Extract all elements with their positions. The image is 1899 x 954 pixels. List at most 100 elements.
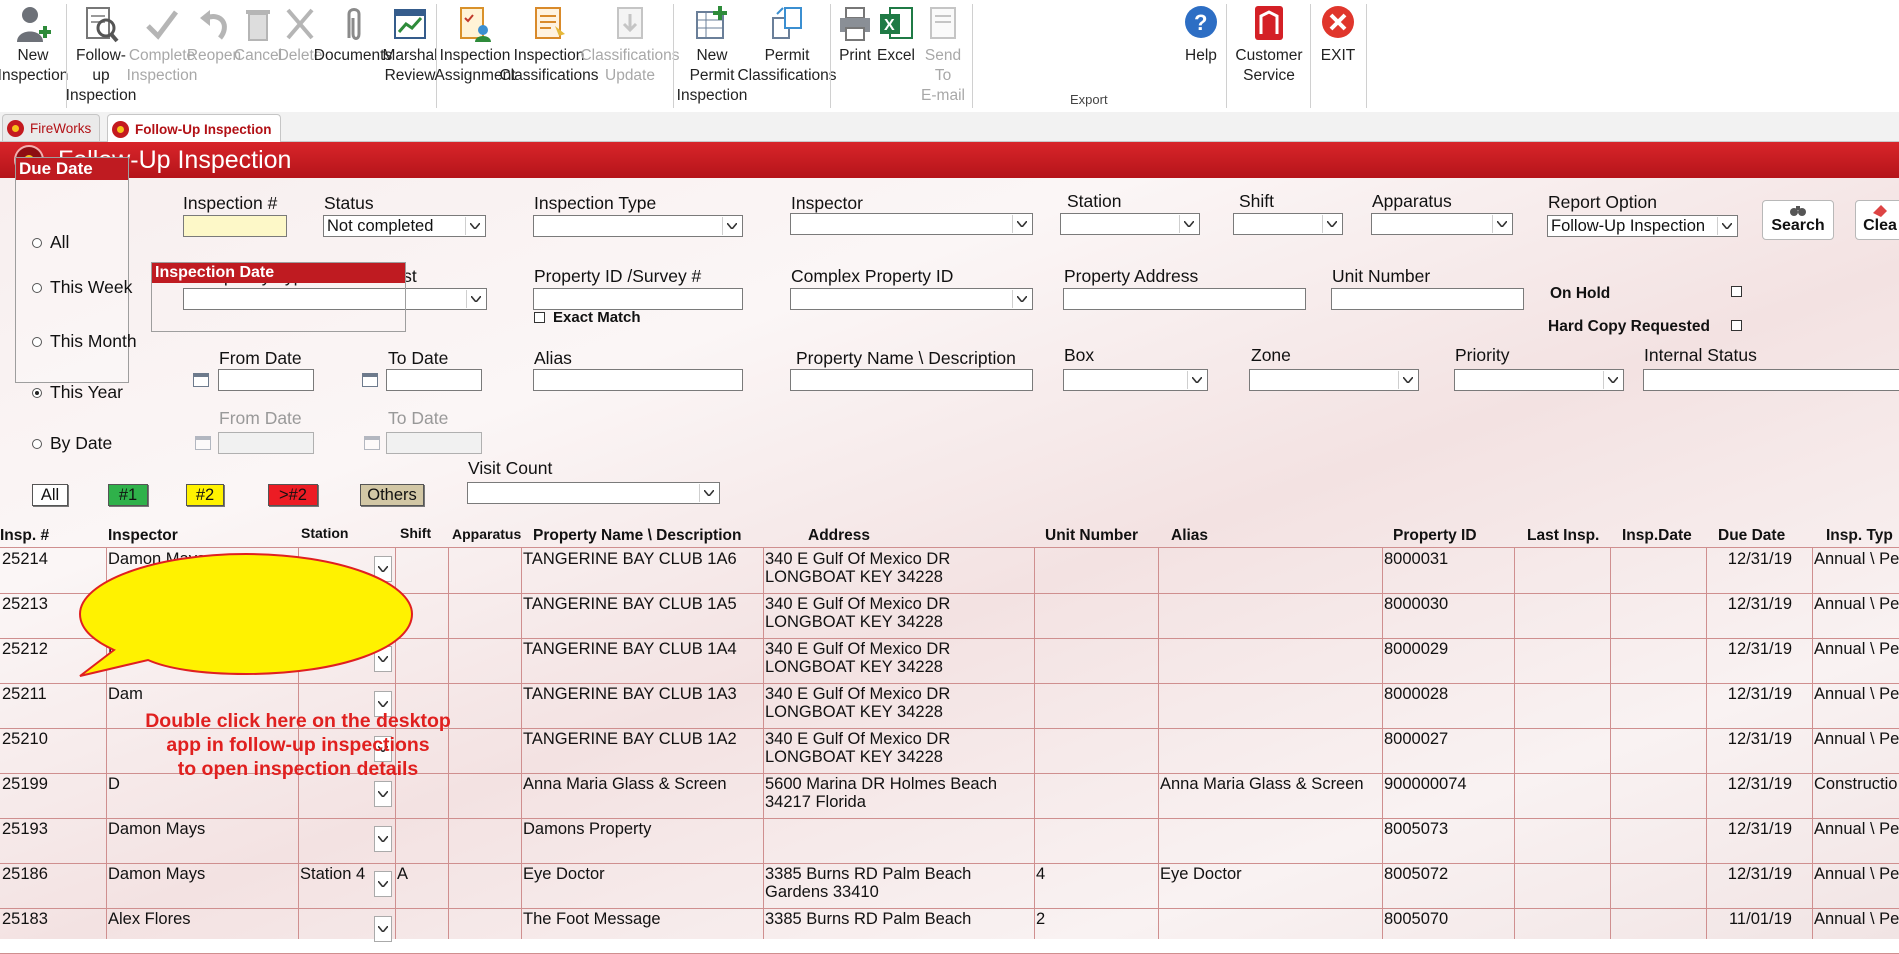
cell-property-id[interactable]: 8000030 <box>1382 593 1512 638</box>
cell-insp-no[interactable]: 25211 <box>0 683 104 728</box>
cell-station[interactable] <box>298 818 378 863</box>
cell-property-id[interactable]: 8000027 <box>1382 728 1512 773</box>
col-header-last-insp[interactable]: Last Insp. <box>1527 527 1599 545</box>
cell-alias[interactable]: Anna Maria Glass & Screen <box>1158 773 1380 818</box>
cell-insp-type[interactable]: Constructio <box>1812 773 1899 818</box>
filter-over-2-button[interactable]: >#2 <box>268 484 318 506</box>
follow-up-inspection-button[interactable]: Follow-up Inspection <box>66 4 136 106</box>
marshal-review-button[interactable]: Marshal Review <box>382 4 438 86</box>
exact-match-checkbox[interactable] <box>534 312 545 323</box>
table-row[interactable]: 25193 Damon Mays Damons Property 8005073 12/… <box>0 818 1899 864</box>
chevron-down-icon[interactable] <box>374 781 392 807</box>
internal-status-input[interactable] <box>1643 369 1899 391</box>
cell-property-name[interactable]: TANGERINE BAY CLUB 1A4 <box>521 638 761 683</box>
visit-count-select[interactable] <box>467 482 720 504</box>
col-header-unit-number[interactable]: Unit Number <box>1045 527 1138 545</box>
due-from-date-input[interactable] <box>218 432 314 454</box>
cell-due-date[interactable]: 12/31/19 <box>1706 548 1810 593</box>
cell-unit-number[interactable] <box>1034 683 1156 728</box>
filter-priority-1-button[interactable]: #1 <box>108 484 148 506</box>
cell-address[interactable]: 340 E Gulf Of Mexico DR LONGBOAT KEY 3422… <box>763 683 1033 728</box>
cell-property-name[interactable]: TANGERINE BAY CLUB 1A3 <box>521 683 761 728</box>
cell-shift[interactable] <box>395 818 447 863</box>
send-to-email-button[interactable]: Send To E-mail <box>916 4 970 106</box>
cell-insp-type[interactable]: Annual \ Pe <box>1812 548 1899 593</box>
cell-insp-no[interactable]: 25210 <box>0 728 104 773</box>
cell-alias[interactable] <box>1158 728 1380 773</box>
cell-unit-number[interactable] <box>1034 593 1156 638</box>
chevron-down-icon[interactable] <box>374 826 392 852</box>
documents-button[interactable]: Documents <box>314 4 392 66</box>
cell-insp-type[interactable]: Annual \ Pe <box>1812 863 1899 908</box>
unit-number-input[interactable] <box>1331 288 1524 310</box>
cell-unit-number[interactable] <box>1034 818 1156 863</box>
cell-address[interactable]: 3385 Burns RD Palm Beach Gardens 33410 <box>763 863 1033 908</box>
cell-alias[interactable] <box>1158 818 1380 863</box>
cell-property-id[interactable]: 8000031 <box>1382 548 1512 593</box>
complex-property-id-select[interactable] <box>790 288 1033 310</box>
cell-unit-number[interactable] <box>1034 773 1156 818</box>
cell-insp-no[interactable]: 25186 <box>0 863 104 908</box>
cell-insp-date[interactable] <box>1610 818 1704 863</box>
print-button[interactable]: Print <box>835 4 875 66</box>
chevron-down-icon[interactable] <box>374 871 392 897</box>
cell-address[interactable]: 340 E Gulf Of Mexico DR LONGBOAT KEY 3422… <box>763 593 1033 638</box>
col-header-station[interactable]: Station <box>301 525 348 541</box>
cancel-button[interactable]: Cancel <box>234 4 282 66</box>
col-header-insp-date[interactable]: Insp.Date <box>1622 527 1692 545</box>
cell-last-insp[interactable] <box>1514 683 1608 728</box>
cell-property-id[interactable]: 8005072 <box>1382 863 1512 908</box>
report-option-select[interactable]: Follow-Up Inspection <box>1547 215 1738 237</box>
cell-inspector[interactable]: Damon Mays <box>106 818 298 863</box>
cell-insp-date[interactable] <box>1610 773 1704 818</box>
cell-unit-number[interactable]: 4 <box>1034 863 1156 908</box>
cell-due-date[interactable]: 12/31/19 <box>1706 728 1810 773</box>
cell-last-insp[interactable] <box>1514 818 1608 863</box>
cell-address[interactable]: 3385 Burns RD Palm Beach <box>763 908 1033 953</box>
cell-apparatus[interactable] <box>448 863 520 908</box>
cell-address[interactable] <box>763 818 1033 863</box>
cell-last-insp[interactable] <box>1514 638 1608 683</box>
cell-insp-date[interactable] <box>1610 728 1704 773</box>
cell-insp-date[interactable] <box>1610 683 1704 728</box>
excel-button[interactable]: X Excel <box>876 4 916 66</box>
property-id-input[interactable] <box>533 288 743 310</box>
zone-select[interactable] <box>1249 369 1419 391</box>
cell-property-name[interactable]: Damons Property <box>521 818 761 863</box>
cell-property-id[interactable]: 900000074 <box>1382 773 1512 818</box>
cell-insp-no[interactable]: 25183 <box>0 908 104 953</box>
cell-shift[interactable]: A <box>395 863 447 908</box>
cell-insp-date[interactable] <box>1610 548 1704 593</box>
col-header-property-id[interactable]: Property ID <box>1393 527 1477 545</box>
cell-apparatus[interactable] <box>448 638 520 683</box>
cell-property-name[interactable]: Anna Maria Glass & Screen <box>521 773 761 818</box>
cell-property-name[interactable]: Eye Doctor <box>521 863 761 908</box>
cell-property-name[interactable]: TANGERINE BAY CLUB 1A2 <box>521 728 761 773</box>
cell-apparatus[interactable] <box>448 593 520 638</box>
cell-alias[interactable] <box>1158 638 1380 683</box>
cell-property-id[interactable]: 8000028 <box>1382 683 1512 728</box>
cell-property-id[interactable]: 8005073 <box>1382 818 1512 863</box>
cell-apparatus[interactable] <box>448 548 520 593</box>
cell-last-insp[interactable] <box>1514 908 1608 953</box>
cell-address[interactable]: 340 E Gulf Of Mexico DR LONGBOAT KEY 3422… <box>763 728 1033 773</box>
help-button[interactable]: ? Help <box>1180 4 1222 66</box>
due-to-date-input[interactable] <box>386 432 482 454</box>
cell-property-id[interactable]: 8000029 <box>1382 638 1512 683</box>
box-select[interactable] <box>1063 369 1208 391</box>
priority-select[interactable] <box>1454 369 1624 391</box>
alias-input[interactable] <box>533 369 743 391</box>
due-all-radio[interactable]: All <box>32 232 69 253</box>
cell-last-insp[interactable] <box>1514 728 1608 773</box>
cell-insp-date[interactable] <box>1610 638 1704 683</box>
customer-service-button[interactable]: Customer Service <box>1232 4 1306 86</box>
cell-alias[interactable] <box>1158 593 1380 638</box>
col-header-shift[interactable]: Shift <box>400 525 431 541</box>
property-address-input[interactable] <box>1063 288 1306 310</box>
on-hold-checkbox[interactable] <box>1731 286 1742 297</box>
cell-unit-number[interactable]: 2 <box>1034 908 1156 953</box>
cell-station[interactable] <box>298 908 378 953</box>
tab-fireworks[interactable]: FireWorks <box>2 114 101 141</box>
cell-unit-number[interactable] <box>1034 728 1156 773</box>
cell-alias[interactable] <box>1158 683 1380 728</box>
